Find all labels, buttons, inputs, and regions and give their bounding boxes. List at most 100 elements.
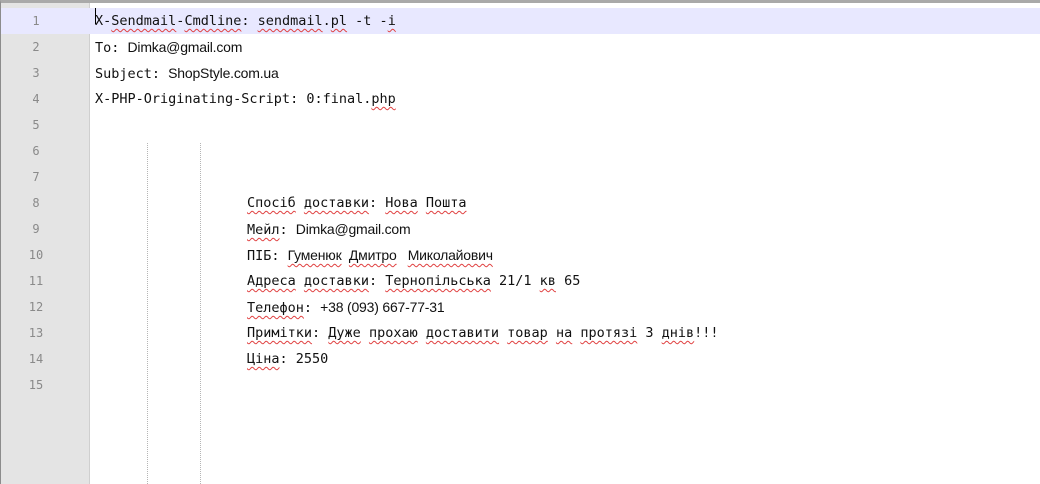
misspelled-word: на <box>555 325 573 341</box>
editor-line[interactable]: 11 Адреса доставки: Тернопільська 21/1 кв… <box>1 268 1040 294</box>
misspelled-word: Нова <box>385 195 418 211</box>
line-number: 6 <box>32 144 40 158</box>
misspelled-word: доставки <box>303 273 369 289</box>
text-segment: 65 <box>555 273 581 289</box>
misspelled-word: Sendmail <box>111 13 177 29</box>
misspelled-word: доставити <box>425 325 500 341</box>
text-segment: To: <box>95 40 128 56</box>
misspelled-word: i <box>387 13 396 29</box>
text-segment <box>499 325 507 341</box>
misspelled-word: Адреса <box>247 273 296 289</box>
text-segment <box>342 247 349 263</box>
line-number: 15 <box>28 378 44 392</box>
line-number: 3 <box>32 66 40 80</box>
misspelled-word: кв <box>539 273 556 289</box>
line-number: 4 <box>32 92 40 106</box>
misspelled-word: Cmdline <box>184 13 242 29</box>
misspelled-word: доставки <box>303 195 369 211</box>
line-number: 12 <box>28 300 44 314</box>
line-text: Subject: ShopStyle.com.ua <box>95 60 279 87</box>
text-segment: +38 (093) 667-77-31 <box>320 299 445 315</box>
line-text: Ціна: 2550 <box>247 346 328 372</box>
misspelled-word: Дмитро <box>348 247 397 263</box>
editor-line[interactable]: 5 <box>1 112 1040 138</box>
line-number: 9 <box>32 222 40 236</box>
misspelled-word: протязі <box>580 325 638 341</box>
text-segment: : 2550 <box>279 351 329 367</box>
text-segment: : <box>312 325 329 341</box>
editor-line[interactable]: 15 <box>1 372 1040 398</box>
misspelled-word: Примітки <box>247 325 313 341</box>
text-segment: : <box>368 273 386 289</box>
text-segment <box>418 195 426 211</box>
text-segment <box>418 325 426 341</box>
misspelled-word: php <box>371 91 396 107</box>
text-segment: : <box>368 195 386 211</box>
text-editor[interactable]: 1 X-Sendmail-Cmdline: sendmail.pl -t -i 2 T… <box>0 0 1040 484</box>
line-number: 14 <box>28 352 44 366</box>
misspelled-word: pl <box>330 13 348 29</box>
line-number: 13 <box>28 326 44 340</box>
text-segment: X-PHP-Originating-Script: 0:final. <box>95 91 372 107</box>
editor-line[interactable]: 2 To: Dimka@gmail.com <box>1 34 1040 60</box>
editor-line[interactable]: 4 X-PHP-Originating-Script: 0:final.php <box>1 86 1040 112</box>
text-segment <box>296 273 304 289</box>
line-text: Телефон: +38 (093) 667-77-31 <box>247 294 445 321</box>
editor-line[interactable]: 1 X-Sendmail-Cmdline: sendmail.pl -t -i <box>1 8 1040 34</box>
misspelled-word: sendmail <box>257 13 323 29</box>
text-segment: Subject: <box>95 66 169 82</box>
editor-line[interactable]: 8 Спосіб доставки: Нова Пошта <box>1 190 1040 216</box>
misspelled-word: днів <box>661 325 695 341</box>
misspelled-word: Пошта <box>425 195 467 211</box>
line-number: 2 <box>32 40 40 54</box>
misspelled-word: Ціна <box>247 351 280 367</box>
text-segment <box>296 195 304 211</box>
text-segment: Dimka@gmail.com <box>295 221 411 237</box>
text-segment: X- <box>95 13 112 29</box>
editor-line[interactable]: 13 Примітки: Дуже прохаю доставити товар … <box>1 320 1040 346</box>
text-segment: -t - <box>347 13 388 29</box>
text-segment <box>548 325 556 341</box>
misspelled-word: Спосіб <box>247 195 296 211</box>
line-number: 7 <box>32 170 40 184</box>
line-text: Мейл: Dimka@gmail.com <box>247 216 411 243</box>
text-segment <box>361 325 369 341</box>
line-number: 5 <box>32 118 40 132</box>
line-text: X-PHP-Originating-Script: 0:final.php <box>95 86 396 112</box>
line-number: 1 <box>32 14 40 28</box>
misspelled-word: Телефон <box>247 300 304 316</box>
misspelled-word: Гуменюк <box>287 247 342 263</box>
line-text: To: Dimka@gmail.com <box>95 34 242 61</box>
misspelled-word: прохаю <box>368 325 418 341</box>
editor-line[interactable]: 9 Мейл: Dimka@gmail.com <box>1 216 1040 242</box>
editor-line[interactable]: 3 Subject: ShopStyle.com.ua <box>1 60 1040 86</box>
editor-line[interactable]: 14 Ціна: 2550 <box>1 346 1040 372</box>
text-segment: : <box>303 300 321 316</box>
text-segment: 3 <box>637 325 662 341</box>
misspelled-word: Мейл <box>247 222 280 238</box>
text-segment: . <box>322 13 331 29</box>
editor-line[interactable]: 12 Телефон: +38 (093) 667-77-31 <box>1 294 1040 320</box>
text-segment: ShopStyle.com.ua <box>168 65 279 81</box>
misspelled-word: Дуже <box>328 325 361 341</box>
text-segment: : <box>279 222 296 238</box>
text-cursor <box>95 8 96 24</box>
text-segment: : <box>241 13 258 29</box>
editor-line[interactable]: 7 <box>1 164 1040 190</box>
line-number: 8 <box>32 196 40 210</box>
misspelled-word: товар <box>507 325 548 341</box>
text-segment: 21/1 <box>490 273 540 289</box>
line-text: Примітки: Дуже прохаю доставити товар на… <box>247 320 719 346</box>
editor-line[interactable]: 6 <box>1 138 1040 164</box>
line-text: ПІБ: Гуменюк Дмитро Миколайович <box>247 242 493 269</box>
line-text: X-Sendmail-Cmdline: sendmail.pl -t -i <box>95 8 396 34</box>
line-number: 10 <box>28 248 44 262</box>
text-segment: !!! <box>694 325 719 341</box>
text-segment: Dimka@gmail.com <box>127 39 243 55</box>
line-text: Спосіб доставки: Нова Пошта <box>247 190 467 216</box>
text-segment <box>397 247 408 263</box>
misspelled-word: Тернопільська <box>385 273 491 289</box>
editor-line[interactable]: 10 ПІБ: Гуменюк Дмитро Миколайович <box>1 242 1040 268</box>
line-text: Адреса доставки: Тернопільська 21/1 кв 6… <box>247 268 580 294</box>
misspelled-word: Миколайович <box>407 247 493 263</box>
